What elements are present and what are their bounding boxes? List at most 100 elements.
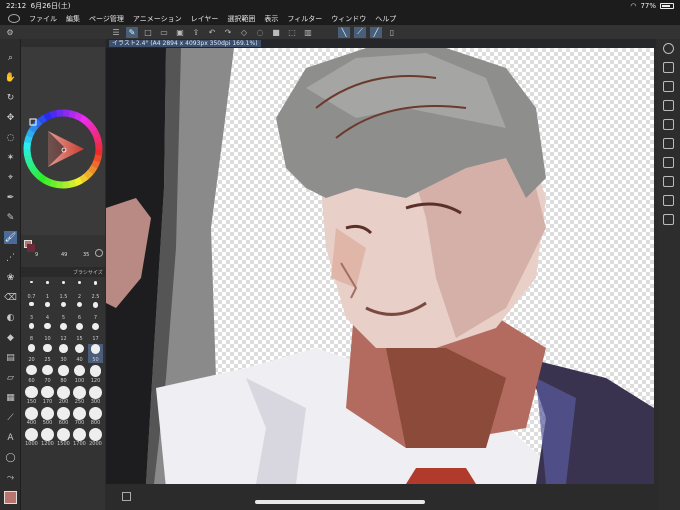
fill-icon[interactable]: ◆	[4, 331, 17, 344]
undo-icon[interactable]: ↶	[206, 27, 218, 38]
eyedropper-icon[interactable]: ⌖	[4, 171, 17, 184]
menu-file[interactable]: ファイル	[29, 14, 57, 24]
settings-icon[interactable]	[95, 249, 103, 257]
gradient-icon[interactable]: ▤	[4, 351, 17, 364]
brush-size-option[interactable]: 800	[88, 407, 103, 426]
brush-size-option[interactable]: 5	[56, 302, 71, 321]
brush-size-option[interactable]: 500	[40, 407, 55, 426]
frame-icon[interactable]: ▦	[4, 391, 17, 404]
sub-color-swatch[interactable]	[27, 244, 35, 252]
hand-icon[interactable]: ✋	[4, 71, 17, 84]
brush-size-option[interactable]: 200	[56, 386, 71, 405]
brush-size-option[interactable]: 120	[88, 365, 103, 384]
brush-size-option[interactable]: 1.5	[56, 281, 71, 300]
menu-window[interactable]: ウィンドウ	[331, 14, 366, 24]
brush-settings-icon[interactable]: ✎	[126, 26, 138, 38]
brush-size-option[interactable]: 170	[40, 386, 55, 405]
menu-page[interactable]: ページ管理	[89, 14, 124, 24]
magic-wand-icon[interactable]: ✶	[4, 151, 17, 164]
clear-icon[interactable]: ◌	[254, 27, 266, 38]
brush-size-option[interactable]: 100	[72, 365, 87, 384]
airbrush-icon[interactable]: ⋰	[4, 251, 17, 264]
brush-size-option[interactable]: 1200	[40, 428, 55, 447]
grid-snap-icon[interactable]: ╱	[370, 26, 382, 38]
color-swatch-icon[interactable]	[4, 491, 17, 504]
ruler-icon[interactable]: ⟋	[4, 411, 17, 424]
brush-size-option[interactable]: 600	[56, 407, 71, 426]
brush-size-option[interactable]: 30	[56, 344, 71, 363]
sidebar-toggle-icon[interactable]: ▯	[386, 27, 398, 38]
menu-view[interactable]: 表示	[264, 14, 278, 24]
tool-property-icon[interactable]	[663, 100, 674, 111]
brush-size-option[interactable]: 1700	[72, 428, 87, 447]
fill-selection-icon[interactable]: ■	[270, 27, 282, 38]
material-icon[interactable]	[663, 138, 674, 149]
transform-icon[interactable]: ◇	[238, 27, 250, 38]
brush-size-option[interactable]: 3	[24, 302, 39, 321]
new-doc-icon[interactable]: □	[142, 27, 154, 38]
brush-size-option[interactable]: 4	[40, 302, 55, 321]
balloon-icon[interactable]: ◯	[4, 451, 17, 464]
gear-icon[interactable]: ⚙	[4, 27, 16, 38]
menu-icon[interactable]: ☰	[110, 27, 122, 38]
brush-size-option[interactable]: 0.7	[24, 281, 39, 300]
brush-size-option[interactable]: 12	[56, 323, 71, 342]
navigator-icon[interactable]	[663, 81, 674, 92]
rotate-icon[interactable]: ↻	[4, 91, 17, 104]
brush-size-option[interactable]: 10	[40, 323, 55, 342]
color-wheel[interactable]	[21, 39, 105, 267]
text-icon[interactable]: A	[4, 431, 17, 444]
document-tab[interactable]: イラスト2.4° (A4 2894 x 4093px 350dpi 169.1%…	[106, 39, 656, 48]
figure-icon[interactable]: ▱	[4, 371, 17, 384]
brush-size-option[interactable]: 1500	[56, 428, 71, 447]
menu-help[interactable]: ヘルプ	[375, 14, 396, 24]
brush-size-option[interactable]: 17	[88, 323, 103, 342]
brush-size-option[interactable]: 2	[72, 281, 87, 300]
brush-size-option[interactable]: 50	[88, 344, 103, 363]
pen-icon[interactable]: ✒	[4, 191, 17, 204]
brush-size-option[interactable]: 25	[40, 344, 55, 363]
brush-size-option[interactable]: 250	[72, 386, 87, 405]
open-folder-icon[interactable]: ▭	[158, 27, 170, 38]
menu-edit[interactable]: 編集	[66, 14, 80, 24]
brush-size-option[interactable]: 40	[72, 344, 87, 363]
layer-toggle-icon[interactable]	[122, 492, 131, 501]
brush-size-option[interactable]: 300	[88, 386, 103, 405]
correct-line-icon[interactable]: ⤳	[4, 471, 17, 484]
brush-size-option[interactable]: 6	[72, 302, 87, 321]
history-icon[interactable]	[663, 157, 674, 168]
menu-layer[interactable]: レイヤー	[191, 14, 219, 24]
brush-size-option[interactable]: 700	[72, 407, 87, 426]
ruler-snap-icon[interactable]: ╲	[338, 26, 350, 38]
pencil-icon[interactable]: ✎	[4, 211, 17, 224]
brush-size-option[interactable]: 8	[24, 323, 39, 342]
brush-size-option[interactable]: 2000	[88, 428, 103, 447]
brush-size-option[interactable]: 150	[24, 386, 39, 405]
brush-size-option[interactable]: 1000	[24, 428, 39, 447]
move-icon[interactable]: ✥	[4, 111, 17, 124]
auto-action-icon[interactable]	[663, 176, 674, 187]
brush-size-option[interactable]: 15	[72, 323, 87, 342]
brush-icon[interactable]: 🖌	[4, 231, 17, 244]
decoration-icon[interactable]: ❀	[4, 271, 17, 284]
redo-icon[interactable]: ↷	[222, 27, 234, 38]
quick-access-icon[interactable]	[663, 214, 674, 225]
brush-size-option[interactable]: 80	[56, 365, 71, 384]
select-all-icon[interactable]: ⬚	[286, 27, 298, 38]
drawing-canvas[interactable]	[106, 48, 654, 484]
menu-filter[interactable]: フィルター	[287, 14, 322, 24]
export-icon[interactable]: ⇪	[190, 27, 202, 38]
brush-size-option[interactable]: 1	[40, 281, 55, 300]
save-icon[interactable]: ▣	[174, 27, 186, 38]
lasso-icon[interactable]: ◌	[4, 131, 17, 144]
eraser-icon[interactable]: ⌫	[4, 291, 17, 304]
brush-size-option[interactable]: 60	[24, 365, 39, 384]
brush-size-option[interactable]: 400	[24, 407, 39, 426]
blend-icon[interactable]: ◐	[4, 311, 17, 324]
brush-size-option[interactable]: 70	[40, 365, 55, 384]
sub-view-icon[interactable]	[663, 195, 674, 206]
color-wheel-panel-icon[interactable]	[663, 43, 674, 54]
brush-size-option[interactable]: 2.5	[88, 281, 103, 300]
brush-size-option[interactable]: 20	[24, 344, 39, 363]
brush-size-option[interactable]: 7	[88, 302, 103, 321]
